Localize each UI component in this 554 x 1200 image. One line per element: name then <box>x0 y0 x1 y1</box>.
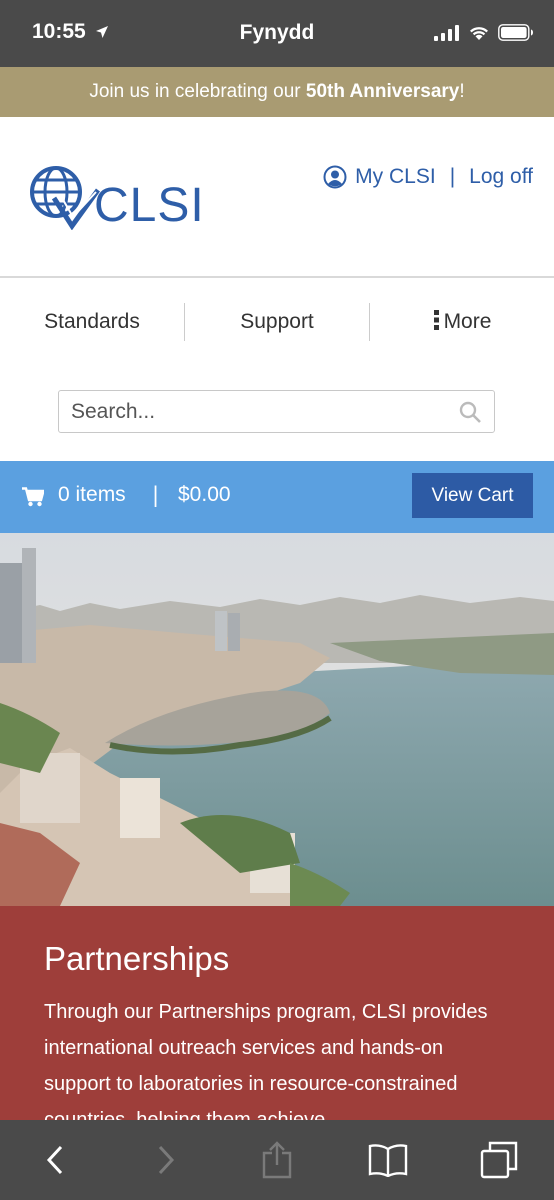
account-separator: | <box>449 165 456 188</box>
cart-total: $0.00 <box>178 483 231 506</box>
tabs-icon <box>480 1141 517 1179</box>
banner-suffix: ! <box>459 81 465 102</box>
wifi-icon <box>470 26 488 40</box>
clsi-logo[interactable]: CLSI <box>24 162 205 230</box>
city-lake-photo <box>0 533 554 906</box>
banner-highlight: 50th Anniversary <box>305 81 460 102</box>
site-header: CLSI My CLSI | Log off <box>0 117 554 278</box>
tabs-button[interactable] <box>469 1130 529 1190</box>
account-links: My CLSI | Log off <box>323 165 533 189</box>
banner-prefix: Join us in celebrating our <box>89 81 306 102</box>
browser-toolbar <box>0 1120 554 1200</box>
nav-more[interactable]: More <box>370 303 554 341</box>
search-box <box>58 390 495 433</box>
cart-item-count: 0 items <box>58 483 126 506</box>
hero-image <box>0 533 554 906</box>
partnerships-body: Through our Partnerships program, CLSI p… <box>44 1001 488 1131</box>
anniversary-banner[interactable]: Join us in celebrating our 50th Annivers… <box>0 67 554 117</box>
search-input[interactable] <box>71 399 458 424</box>
share-icon <box>262 1141 292 1179</box>
logo-text: CLSI <box>94 179 205 232</box>
view-cart-button[interactable]: View Cart <box>412 473 533 518</box>
main-nav: Standards Support More <box>0 280 554 364</box>
my-clsi-link[interactable]: My CLSI <box>355 165 436 189</box>
vertical-ellipsis-icon <box>433 310 439 330</box>
status-icons <box>434 24 534 41</box>
nav-more-label: More <box>443 310 492 333</box>
shopping-cart-icon <box>22 487 44 507</box>
cart-separator: | <box>152 483 160 507</box>
back-button[interactable] <box>25 1130 85 1190</box>
forward-button[interactable] <box>136 1130 196 1190</box>
search-icon[interactable] <box>458 400 482 424</box>
bookmarks-icon <box>368 1144 407 1177</box>
nav-support[interactable]: Support <box>184 303 370 341</box>
battery-icon <box>498 24 533 41</box>
status-bar: 10:55 Fynydd <box>0 0 554 67</box>
partnerships-title: Partnerships <box>44 940 230 977</box>
nav-standards[interactable]: Standards <box>0 303 184 341</box>
cart-bar: 0 items | $0.00 View Cart <box>0 461 554 533</box>
bookmarks-button[interactable] <box>358 1130 418 1190</box>
user-circle-icon <box>323 165 347 189</box>
share-button[interactable] <box>247 1130 307 1190</box>
forward-icon <box>159 1145 175 1175</box>
globe-logo-icon <box>30 166 100 230</box>
cellular-signal-icon <box>434 24 459 41</box>
back-icon <box>47 1145 63 1175</box>
log-off-link[interactable]: Log off <box>469 165 533 189</box>
